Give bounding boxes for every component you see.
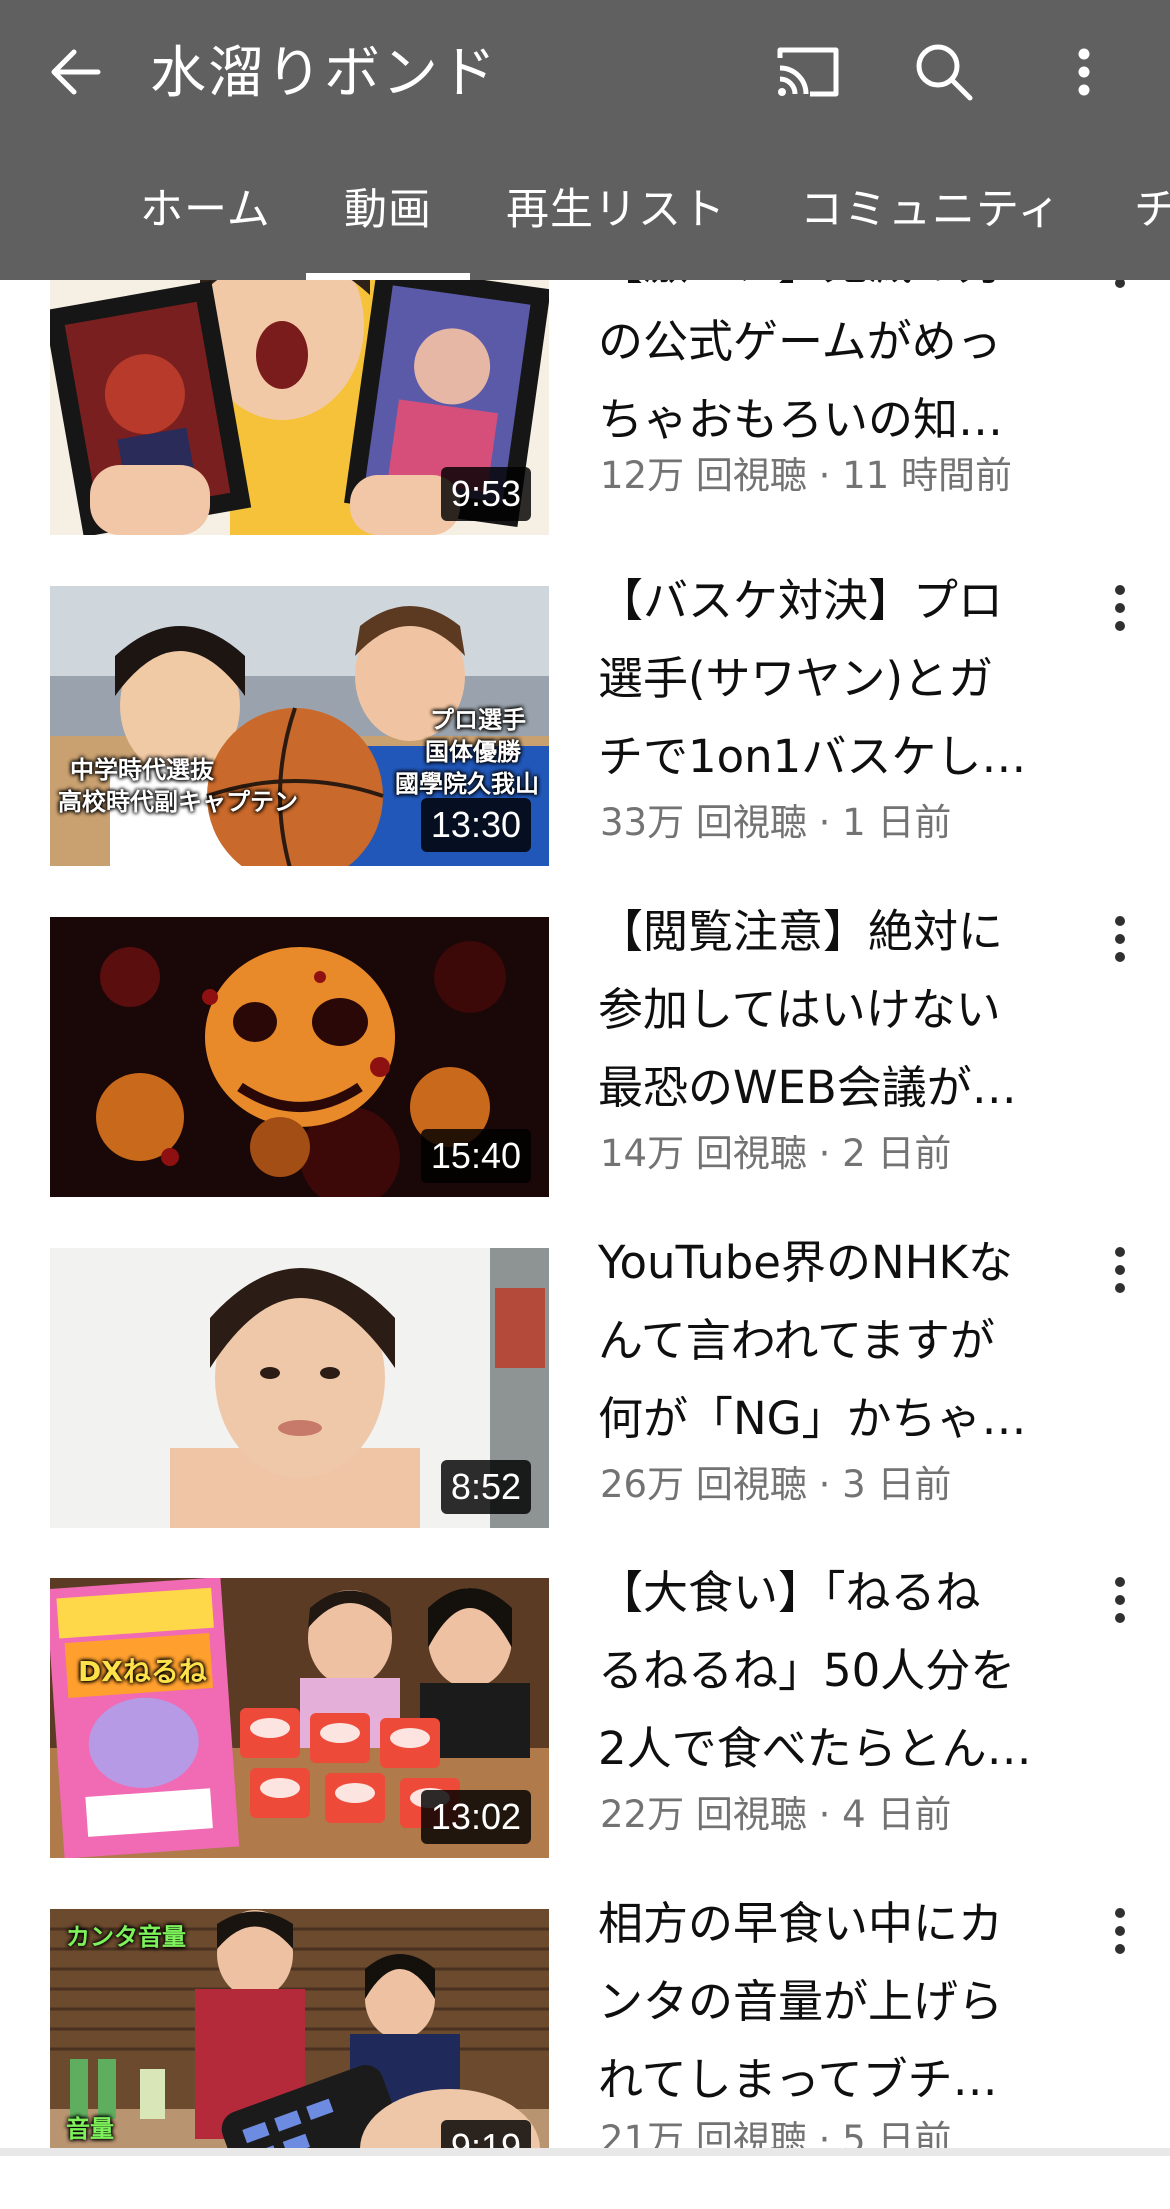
video-meta: 26万 回視聴 · 3 日前 (600, 1463, 952, 1506)
cast-button[interactable] (772, 36, 844, 108)
more-options-button[interactable] (1060, 36, 1108, 108)
thumbnail-caption: 國學院久我山 (395, 770, 539, 798)
video-row[interactable]: 中学時代選抜 高校時代副キャプテン プロ選手 国体優勝 國學院久我山 13:30… (0, 574, 1170, 886)
arrow-left-icon (51, 49, 101, 95)
video-thumbnail[interactable]: カンタ音量 音量 9:19 (50, 1909, 549, 2148)
video-title-line: チで1on1バスケし… (598, 730, 1027, 783)
video-title-line: 【バスケ対決】プロ (598, 574, 1004, 627)
search-icon (916, 44, 973, 101)
thumbnail-caption: 高校時代副キャプテン (58, 788, 298, 816)
tab-channels[interactable]: チ (1134, 160, 1170, 280)
video-meta: 33万 回視聴 · 1 日前 (600, 801, 952, 844)
more-vertical-icon (1115, 1247, 1125, 1293)
video-title-line: 2人で食べたらとん… (598, 1722, 1032, 1775)
video-thumbnail[interactable]: DXねるね 13:02 (50, 1578, 549, 1858)
video-row[interactable]: カンタ音量 音量 9:19 相方の早食い中にカ ンタの音量が上げら れてしまって… (0, 1897, 1170, 2209)
channel-tabs: ホーム 動画 再生リスト コミュニティ チ (0, 160, 1170, 280)
thumbnail-caption: 音量 (66, 2115, 114, 2143)
tab-playlists[interactable]: 再生リスト (506, 160, 726, 280)
video-title[interactable]: YouTube界のNHKな んて言われてますが 何が「NG」かちゃ… (598, 1224, 1068, 1458)
video-title-line: 【閲覧注意】絶対に (598, 905, 1004, 958)
more-vertical-icon (1115, 916, 1125, 962)
cast-icon (777, 47, 839, 97)
video-title-line: れてしまってブチ… (598, 2053, 998, 2106)
video-title[interactable]: 相方の早食い中にカ ンタの音量が上げら れてしまってブチ… (598, 1885, 1068, 2119)
search-button[interactable] (908, 36, 980, 108)
thumbnail-caption: プロ選手 (430, 706, 526, 734)
top-toolbar: 水溜りボンド (0, 0, 1170, 150)
video-duration: 13:02 (420, 1790, 531, 1844)
tab-community[interactable]: コミュニティ (800, 160, 1061, 280)
more-vertical-icon (1115, 1577, 1125, 1623)
video-thumbnail[interactable]: 15:40 (50, 917, 549, 1197)
video-duration: 9:53 (440, 467, 531, 521)
video-title[interactable]: 【大食い】「ねるね るねるね」50人分を 2人で食べたらとん… (598, 1554, 1068, 1788)
video-title-line: るねるね」50人分を (598, 1644, 1016, 1697)
video-thumbnail[interactable]: 中学時代選抜 高校時代副キャプテン プロ選手 国体優勝 國學院久我山 13:30 (50, 586, 549, 866)
video-meta: 22万 回視聴 · 4 日前 (600, 1793, 952, 1836)
video-row[interactable]: DXねるね 13:02 【大食い】「ねるね るねるね」50人分を 2人で食べたら… (0, 1566, 1170, 1878)
video-row[interactable]: 9:53 【激レア】鬼滅の刃 の公式ゲームがめっ ちゃおもろいの知… 12万 回… (0, 237, 1170, 555)
app-bar: 水溜りボンド ホーム 動画 再生リスト コミュニティ チ (0, 0, 1170, 280)
video-menu-button[interactable] (1100, 1570, 1140, 1630)
video-row[interactable]: 15:40 【閲覧注意】絶対に 参加してはいけない 最恐のWEB会議が… 14万… (0, 905, 1170, 1217)
thumbnail-caption: 国体優勝 (425, 738, 521, 766)
video-title-line: 相方の早食い中にカ (598, 1897, 1004, 1950)
more-vertical-icon (1115, 1908, 1125, 1954)
video-title-line: 選手(サワヤン)とガ (598, 652, 994, 705)
back-button[interactable] (40, 36, 112, 108)
video-meta: 12万 回視聴 · 11 時間前 (600, 454, 1012, 497)
video-list: 9:53 【激レア】鬼滅の刃 の公式ゲームがめっ ちゃおもろいの知… 12万 回… (0, 0, 1170, 2161)
video-meta: 14万 回視聴 · 2 日前 (600, 1132, 952, 1175)
video-title-line: 参加してはいけない (598, 983, 1001, 1036)
video-duration: 9:19 (440, 2120, 531, 2148)
thumbnail-caption: DXねるね (78, 1655, 207, 1688)
tab-home[interactable]: ホーム (140, 160, 271, 280)
tab-videos[interactable]: 動画 (306, 160, 470, 280)
more-vertical-icon (1115, 585, 1125, 631)
video-title-line: 【大食い】「ねるね (598, 1566, 981, 1619)
video-title-line: の公式ゲームがめっ (598, 315, 1002, 368)
bottom-divider (0, 2148, 1170, 2156)
video-title-line: YouTube界のNHKな (598, 1236, 1013, 1289)
thumbnail-caption: 中学時代選抜 (70, 756, 214, 784)
video-menu-button[interactable] (1100, 1240, 1140, 1300)
video-title-line: んて言われてますが (598, 1314, 995, 1367)
video-thumbnail[interactable]: 9:53 (50, 255, 549, 535)
video-thumbnail[interactable]: 8:52 (50, 1248, 549, 1528)
video-title[interactable]: 【閲覧注意】絶対に 参加してはいけない 最恐のWEB会議が… (598, 893, 1068, 1127)
video-row[interactable]: 8:52 YouTube界のNHKな んて言われてますが 何が「NG」かちゃ… … (0, 1236, 1170, 1548)
video-menu-button[interactable] (1100, 578, 1140, 638)
video-title-line: 何が「NG」かちゃ… (598, 1392, 1027, 1445)
video-title-line: 最恐のWEB会議が… (598, 1061, 1017, 1114)
video-title-line: ンタの音量が上げら (598, 1975, 1004, 2028)
video-title[interactable]: 【バスケ対決】プロ 選手(サワヤン)とガ チで1on1バスケし… (598, 562, 1068, 796)
video-duration: 8:52 (440, 1460, 531, 1514)
more-vertical-icon (1078, 48, 1090, 96)
thumbnail-caption: カンタ音量 (66, 1923, 186, 1951)
video-duration: 13:30 (420, 798, 531, 852)
video-duration: 15:40 (420, 1129, 531, 1183)
channel-title: 水溜りボンド (150, 41, 498, 106)
video-menu-button[interactable] (1100, 1901, 1140, 1961)
video-menu-button[interactable] (1100, 909, 1140, 969)
